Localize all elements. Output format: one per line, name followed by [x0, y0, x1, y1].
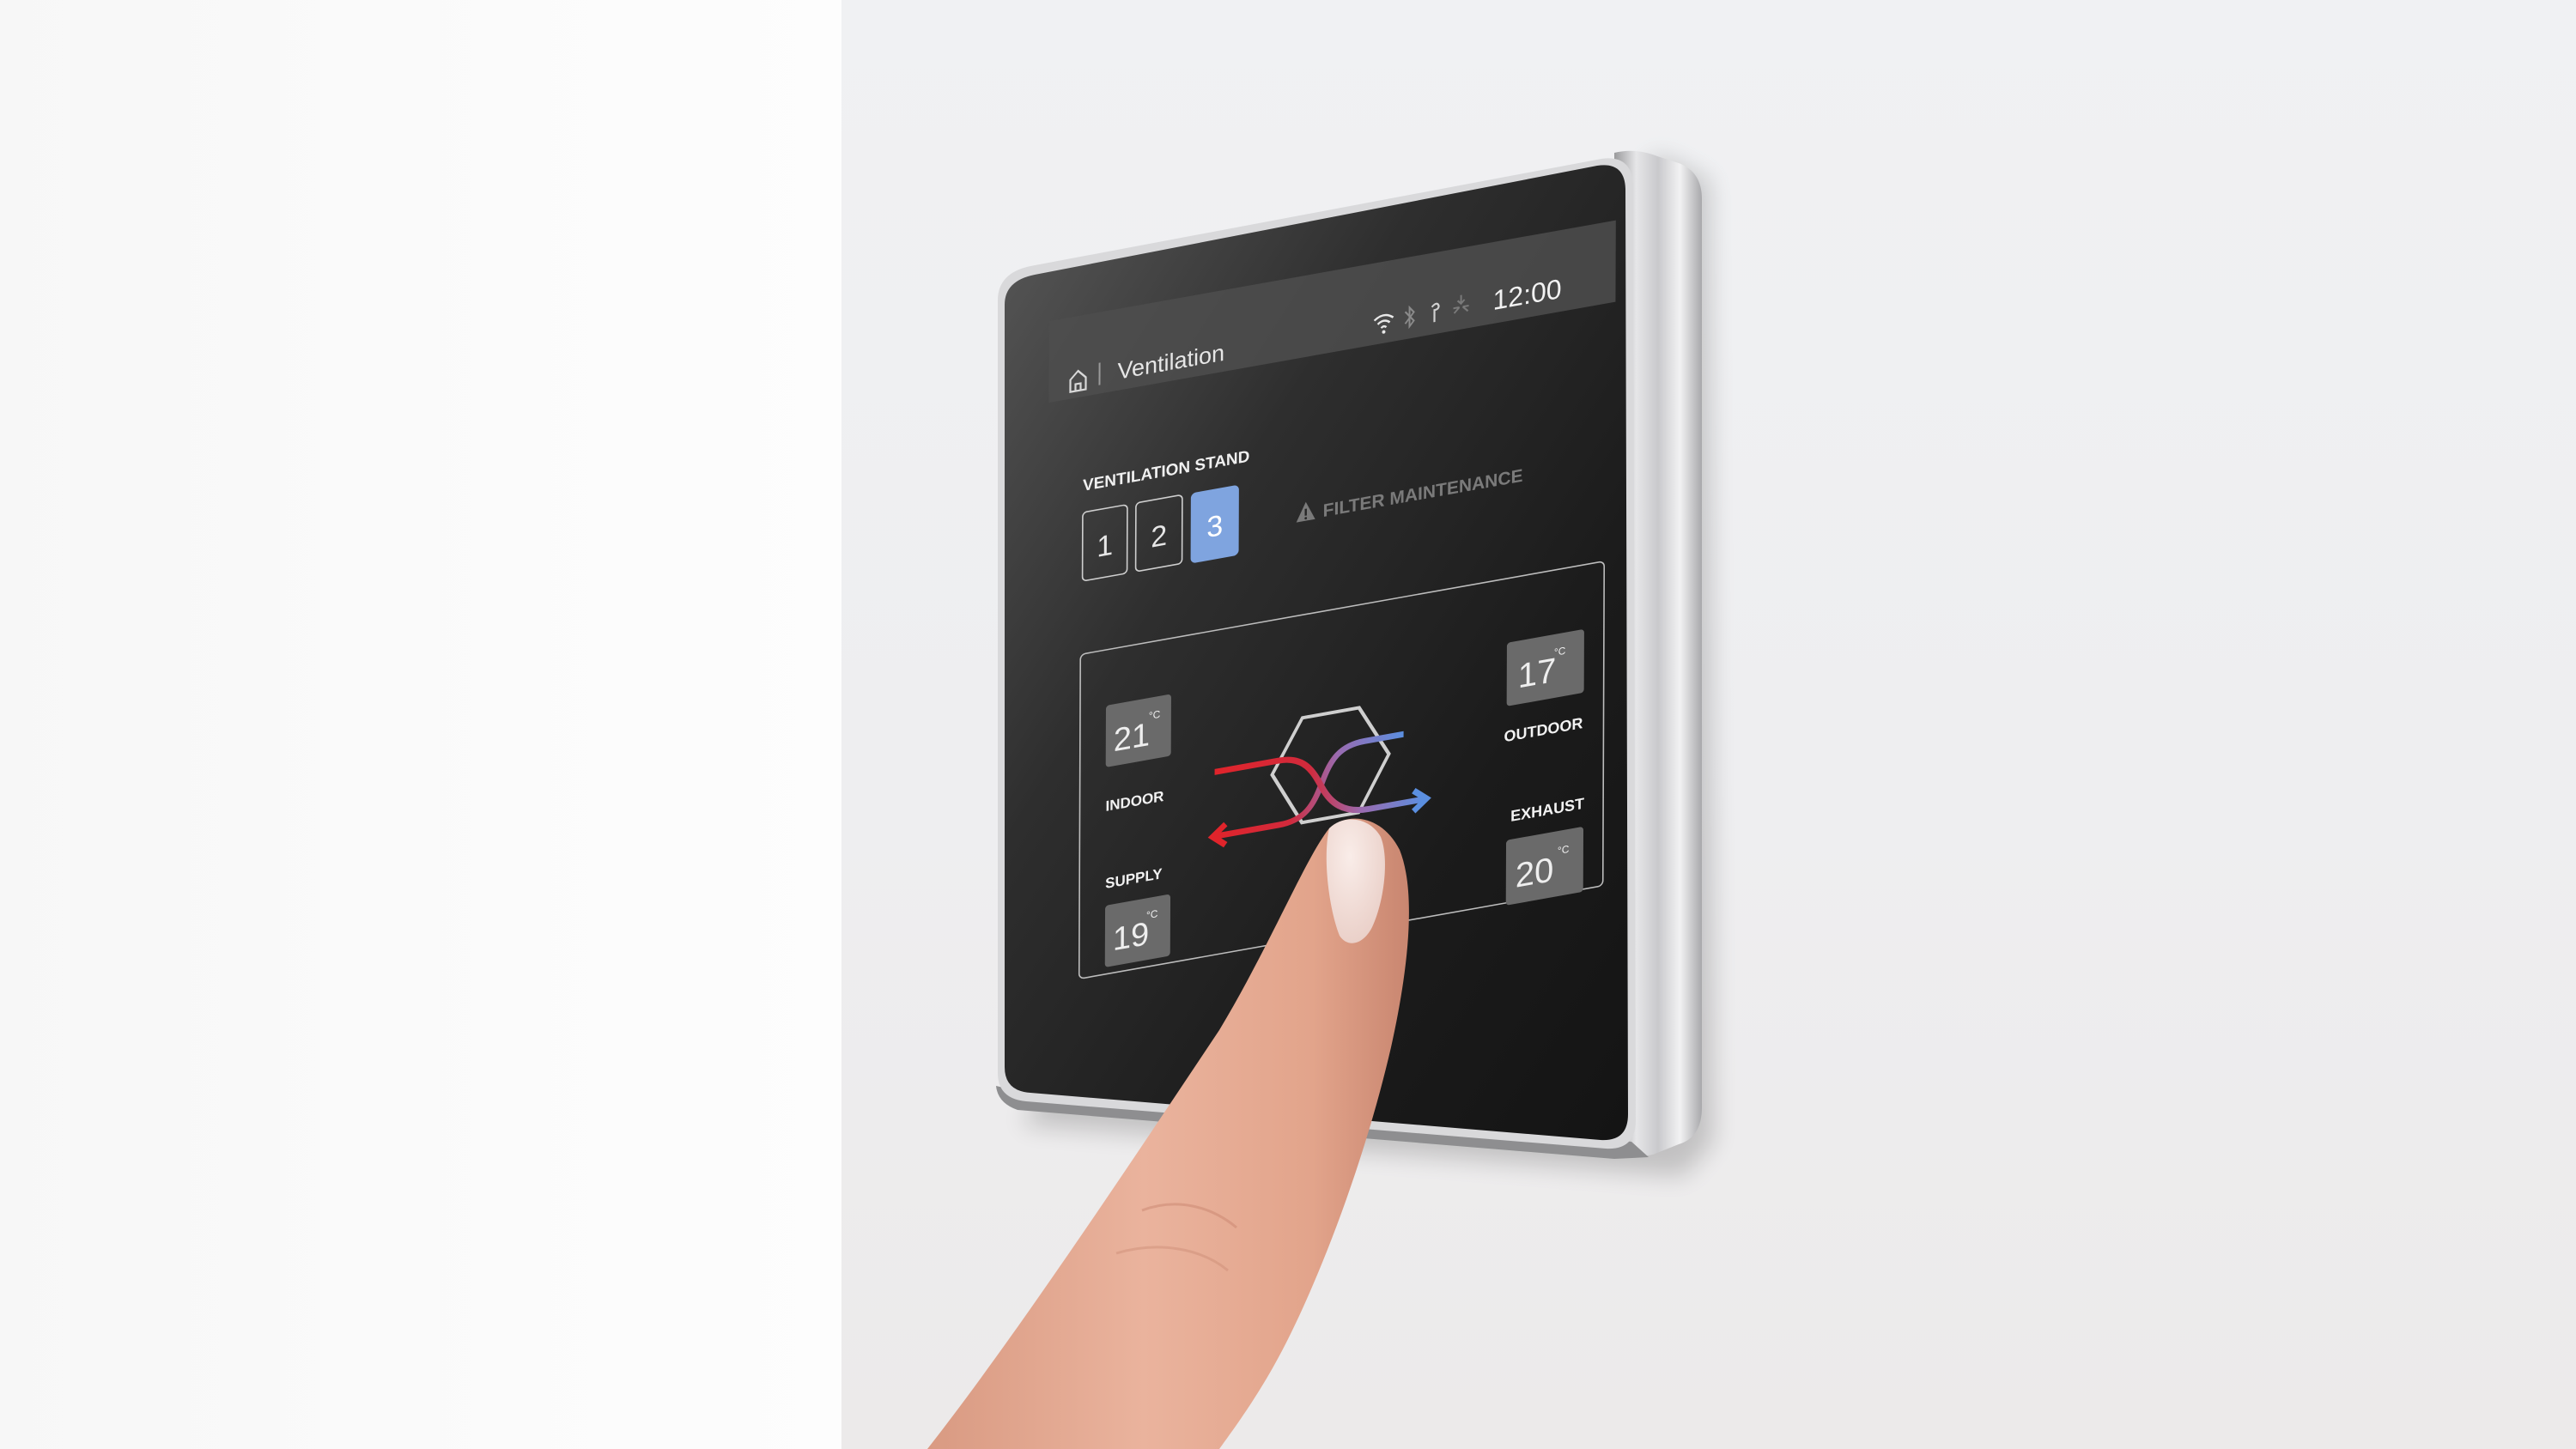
indoor-temp-unit: °C — [1149, 708, 1161, 722]
breadcrumb-divider — [1098, 362, 1101, 385]
supply-temp-unit: °C — [1146, 907, 1158, 921]
stand-option-3-selected[interactable]: 3 — [1190, 485, 1239, 564]
supply-temp-value: 19 — [1113, 915, 1149, 958]
stand-option-2-label: 2 — [1151, 519, 1167, 555]
indoor-temp-value: 21 — [1114, 716, 1150, 759]
outdoor-temp-value: 17 — [1518, 651, 1557, 696]
outdoor-temp-unit: °C — [1554, 645, 1566, 658]
device-scene: Ventilation 12:00 VENTILATION STAND 1 2 … — [927, 150, 1713, 1449]
indoor-temp-box[interactable]: 21 °C — [1105, 694, 1171, 767]
stand-option-3-label: 3 — [1206, 509, 1223, 544]
exhaust-temp-value: 20 — [1516, 850, 1554, 895]
exhaust-temp-box[interactable]: 20 °C — [1505, 827, 1584, 906]
supply-temp-box[interactable]: 19 °C — [1104, 894, 1171, 967]
stand-option-1-label: 1 — [1097, 529, 1113, 564]
exhaust-temp-unit: °C — [1558, 843, 1570, 857]
